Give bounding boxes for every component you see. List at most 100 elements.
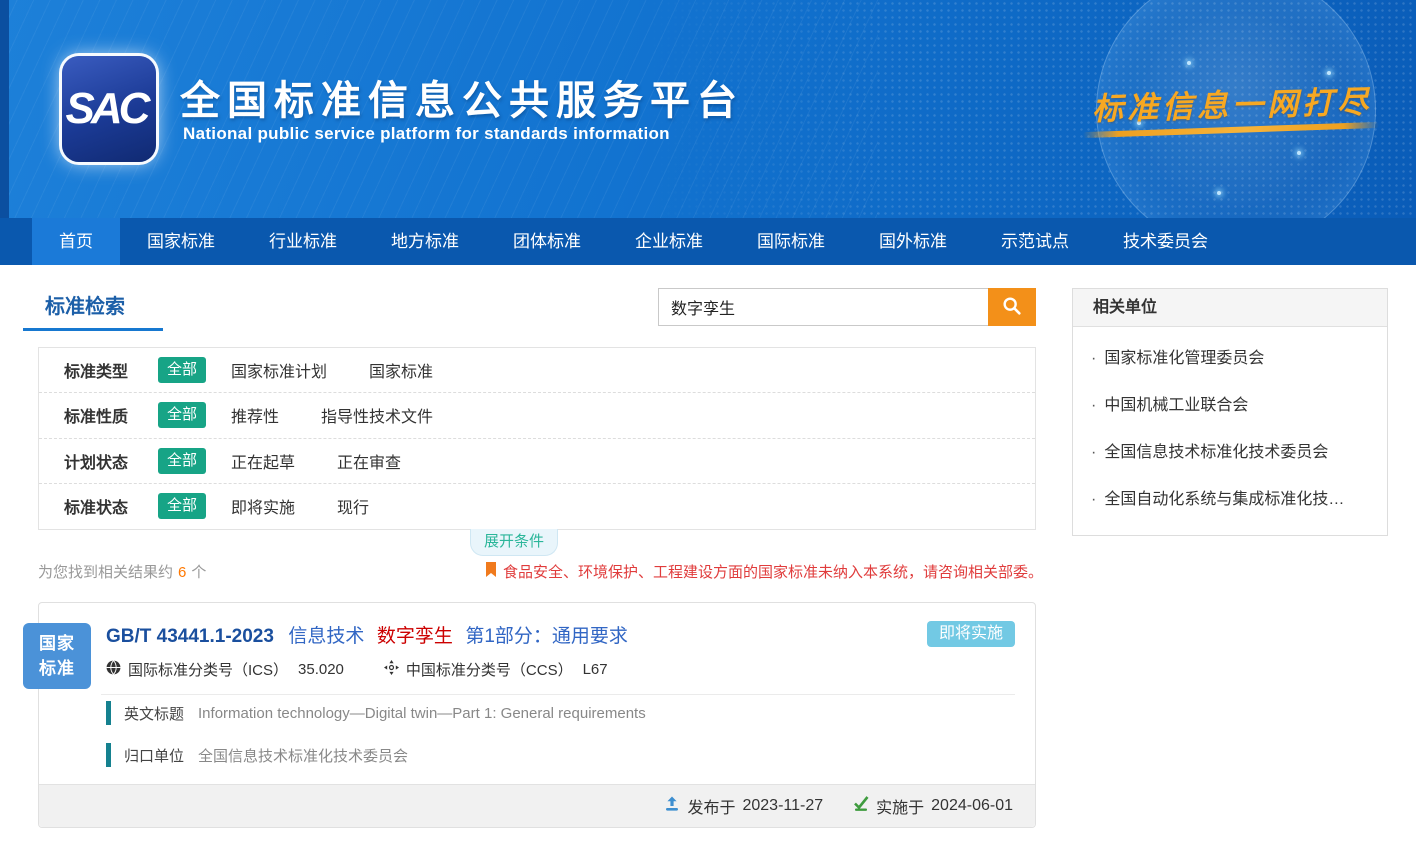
compass-icon	[384, 660, 399, 679]
bookmark-icon	[485, 562, 497, 582]
search-bar	[658, 288, 1036, 326]
page: SAC 全国标准信息公共服务平台 National public service…	[0, 0, 1416, 845]
card-field-row: 归口单位全国信息技术标准化技术委员会	[106, 743, 646, 767]
filter-all-button[interactable]: 全部	[158, 448, 206, 474]
standard-title-suffix[interactable]: 第1部分：通用要求	[465, 626, 628, 647]
filter-all-button[interactable]: 全部	[158, 357, 206, 383]
publish-date: 2023-11-27	[742, 797, 823, 815]
result-count-suffix: 个	[191, 564, 206, 581]
card-fields: 英文标题 Information technology—Digital twin—…	[106, 701, 646, 767]
filter-panel: 标准类型全部国家标准计划国家标准标准性质全部推荐性指导性技术文件计划状态全部正在…	[38, 347, 1036, 530]
type-badge-line2: 标准	[39, 656, 75, 682]
sidebar-item[interactable]: ·中国机械工业联合会	[1073, 382, 1387, 429]
publish-date-item: 发布于 2023-11-27	[664, 794, 823, 818]
bullet: ·	[1091, 444, 1096, 461]
filter-option[interactable]: 国家标准计划	[231, 358, 327, 382]
implement-date: 2024-06-01	[931, 797, 1013, 815]
sac-logo[interactable]: SAC	[62, 56, 156, 162]
card-footer: 发布于 2023-11-27 实施于 2024-06-01	[39, 784, 1035, 827]
filter-all-button[interactable]: 全部	[158, 493, 206, 519]
filter-option[interactable]: 指导性技术文件	[321, 403, 433, 427]
section-title-underline	[23, 328, 163, 331]
nav-tab[interactable]: 国外标准	[852, 218, 974, 265]
sidebar-item[interactable]: · 全国信息技术标准化技术委员会	[1073, 429, 1387, 476]
search-input[interactable]	[658, 288, 988, 326]
field-bar	[106, 701, 111, 725]
implement-label: 实施于	[876, 794, 924, 818]
nav-tab[interactable]: 国际标准	[730, 218, 852, 265]
standard-type-badge: 国家 标准	[23, 623, 91, 689]
publish-label: 发布于	[687, 794, 735, 818]
nav-tab[interactable]: 企业标准	[608, 218, 730, 265]
section-title: 标准检索	[45, 290, 125, 319]
system-notice: 食品安全、环境保护、工程建设方面的国家标准未纳入本系统，请咨询相关部委。	[485, 561, 1043, 582]
field-value: Information technology—Digital twin—Part…	[198, 705, 646, 722]
nav-tab[interactable]: 地方标准	[364, 218, 486, 265]
bullet: ·	[1091, 491, 1096, 508]
card-divider	[101, 694, 1015, 695]
filter-row: 标准类型全部国家标准计划国家标准	[39, 348, 1035, 393]
standard-title[interactable]: GB/T 43441.1-2023 信息技术 数字孪生 第1部分：通用要求	[106, 621, 915, 648]
sidebar-item-label: 国家标准化管理委员会	[1104, 350, 1264, 367]
status-badge: 即将实施	[927, 621, 1015, 647]
field-label: 归口单位	[124, 745, 184, 766]
publish-icon	[664, 796, 680, 817]
nav-tab[interactable]: 首页	[32, 218, 120, 265]
sidebar-item-label: 全国信息技术标准化技术委员会	[1104, 444, 1328, 461]
sidebar-item[interactable]: · 国家标准化管理委员会	[1073, 335, 1387, 382]
field-bar	[106, 743, 111, 767]
filter-option[interactable]: 正在审查	[337, 449, 401, 473]
field-label: 英文标题	[124, 703, 184, 724]
type-badge-line1: 国家	[39, 631, 75, 657]
standard-code[interactable]: GB/T 43441.1-2023	[106, 626, 274, 647]
standard-result-card: 国家 标准 GB/T 43441.1-2023 信息技术 数字孪生 第1部分：通…	[38, 602, 1036, 828]
card-field-row: 英文标题 Information technology—Digital twin—…	[106, 701, 646, 725]
header-slogan: 标准信息一网打尽	[1091, 76, 1372, 128]
bullet: ·	[1091, 397, 1096, 414]
filter-label: 计划状态	[64, 449, 158, 473]
filter-option[interactable]: 现行	[337, 494, 369, 518]
ccs-label: 中国标准分类号（CCS）	[406, 659, 573, 680]
nav-tab[interactable]: 团体标准	[486, 218, 608, 265]
site-header: SAC 全国标准信息公共服务平台 National public service…	[0, 0, 1416, 218]
implement-date-item: 实施于 2024-06-01	[853, 794, 1013, 818]
filter-option[interactable]: 国家标准	[369, 358, 433, 382]
filter-row: 标准性质全部推荐性指导性技术文件	[39, 393, 1035, 438]
filter-option[interactable]: 即将实施	[231, 494, 295, 518]
expand-conditions-button[interactable]: 展开条件	[470, 529, 558, 556]
filter-option[interactable]: 推荐性	[231, 403, 279, 427]
result-line: 为您找到相关结果约6个 食品安全、环境保护、工程建设方面的国家标准未纳入本系统，…	[0, 561, 1036, 581]
standard-title-highlight[interactable]: 数字孪生	[377, 626, 453, 647]
sac-logo-text: SAC	[66, 84, 153, 134]
ics-value: 35.020	[298, 661, 344, 678]
nav-tab[interactable]: 行业标准	[242, 218, 364, 265]
bullet: ·	[1091, 350, 1096, 367]
ccs-value: L67	[583, 661, 608, 678]
filter-option[interactable]: 正在起草	[231, 449, 295, 473]
ics-label: 国际标准分类号（ICS）	[128, 659, 288, 680]
site-title: 全国标准信息公共服务平台	[180, 68, 744, 126]
related-units-panel: 相关单位 ·国家标准化管理委员会·中国机械工业联合会·全国信息技术标准化技术委员…	[1072, 288, 1388, 536]
sidebar-item[interactable]: ·全国自动化系统与集成标准化技…	[1073, 476, 1387, 523]
filter-label: 标准状态	[64, 494, 158, 518]
result-count-prefix: 为您找到相关结果约	[38, 564, 173, 581]
notice-text: 食品安全、环境保护、工程建设方面的国家标准未纳入本系统，请咨询相关部委。	[503, 561, 1043, 582]
sidebar-list: ·国家标准化管理委员会·中国机械工业联合会·全国信息技术标准化技术委员会·全国自…	[1073, 327, 1387, 535]
header-left-edge	[0, 0, 9, 218]
result-count: 为您找到相关结果约 6个	[38, 561, 206, 582]
globe-icon	[106, 660, 121, 679]
filter-row: 标准状态全部 即将实施 现行	[39, 484, 1035, 529]
main-content: 标准检索 标准类型全部国家标准计划国家标准标准性质全部推荐性指导性技术文件计划状…	[0, 265, 1416, 845]
field-value: 全国信息技术标准化技术委员会	[198, 745, 408, 766]
nav-tabs: 首页国家标准行业标准地方标准团体标准企业标准国际标准国外标准示范试点技术委员会	[0, 218, 1416, 265]
classification-row: 国际标准分类号（ICS） 35.020 中国标准分类号（CCS） L67	[106, 659, 608, 680]
result-count-number: 6	[178, 564, 186, 581]
nav-tab[interactable]: 国家标准	[120, 218, 242, 265]
related-units-title: 相关单位	[1073, 289, 1387, 327]
standard-title-prefix[interactable]: 信息技术	[288, 626, 364, 647]
filter-all-button[interactable]: 全部	[158, 402, 206, 428]
nav-tab[interactable]: 示范试点	[974, 218, 1096, 265]
search-button[interactable]	[988, 288, 1036, 326]
implement-icon	[853, 796, 869, 817]
nav-tab[interactable]: 技术委员会	[1096, 218, 1235, 265]
